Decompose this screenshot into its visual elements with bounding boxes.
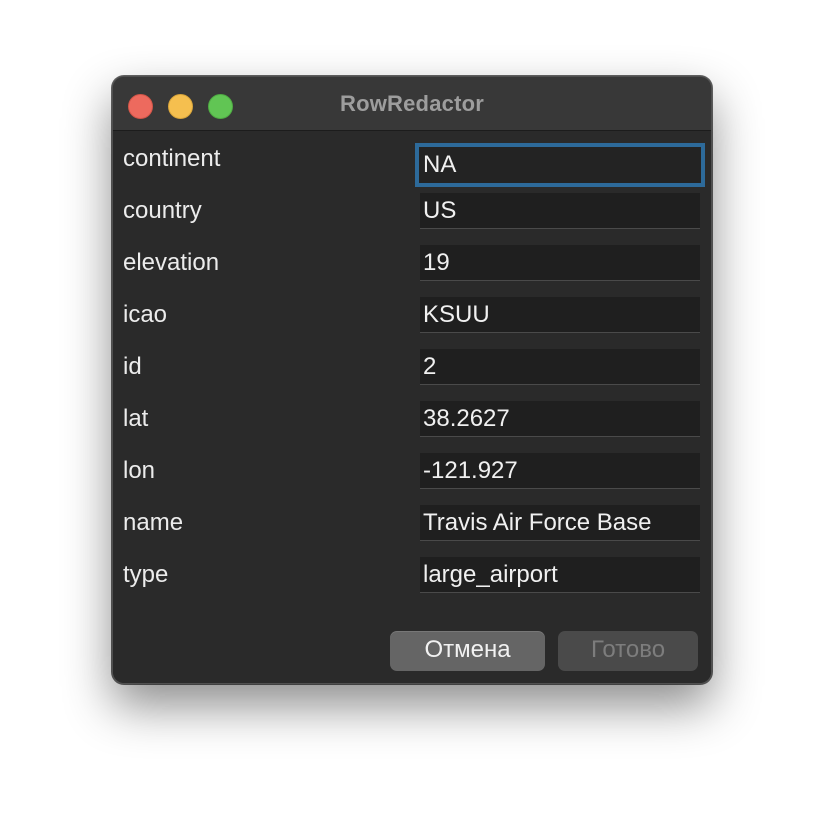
field-row-country: country xyxy=(113,185,711,237)
field-label-lon: lon xyxy=(123,457,156,484)
field-row-icao: icao xyxy=(113,289,711,341)
window-title: RowRedactor xyxy=(340,91,484,116)
field-row-lon: lon xyxy=(113,445,711,497)
field-label-lat: lat xyxy=(123,405,149,432)
field-label-type: type xyxy=(123,561,169,588)
title-bar[interactable]: RowRedactor xyxy=(113,77,711,131)
field-row-continent: continent xyxy=(113,133,711,187)
field-row-elevation: elevation xyxy=(113,237,711,289)
field-input-country[interactable] xyxy=(420,193,700,229)
field-input-name[interactable] xyxy=(420,505,700,541)
field-label-country: country xyxy=(123,197,202,224)
field-input-id[interactable] xyxy=(420,349,700,385)
field-row-name: name xyxy=(113,497,711,549)
field-row-id: id xyxy=(113,341,711,393)
field-label-id: id xyxy=(123,353,142,380)
field-label-continent: continent xyxy=(123,145,221,172)
field-label-icao: icao xyxy=(123,301,168,328)
form-content: continent country elevation icao id lat … xyxy=(113,131,711,683)
field-input-type[interactable] xyxy=(420,557,700,593)
field-input-lon[interactable] xyxy=(420,453,700,489)
field-label-elevation: elevation xyxy=(123,249,220,276)
done-button[interactable]: Готово xyxy=(558,631,698,671)
field-input-elevation[interactable] xyxy=(420,245,700,281)
row-redactor-window: RowRedactor continent country elevation … xyxy=(112,76,712,684)
field-row-lat: lat xyxy=(113,393,711,445)
field-input-icao[interactable] xyxy=(420,297,700,333)
field-label-name: name xyxy=(123,509,184,536)
field-row-type: type xyxy=(113,549,711,601)
cancel-button[interactable]: Отмена xyxy=(390,631,545,671)
field-input-continent[interactable] xyxy=(415,143,705,187)
field-input-lat[interactable] xyxy=(420,401,700,437)
